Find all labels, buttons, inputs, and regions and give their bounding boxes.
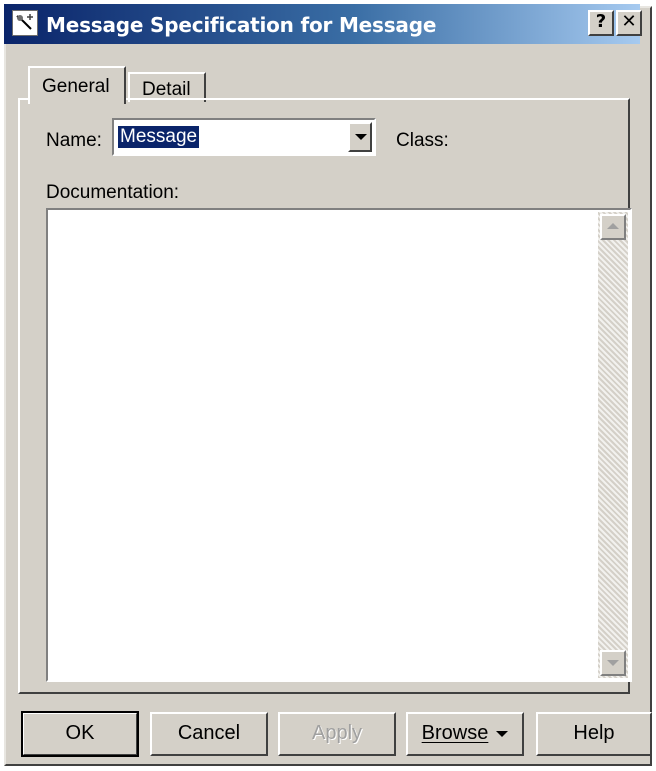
close-button[interactable]: ✕	[616, 10, 642, 36]
cancel-button[interactable]: Cancel	[150, 712, 268, 756]
title-bar[interactable]: Message Specification for Message ? ✕	[4, 4, 642, 44]
apply-button[interactable]: Apply	[278, 712, 396, 756]
combobox-dropdown-button[interactable]	[348, 122, 372, 152]
scroll-down-button[interactable]	[600, 650, 626, 676]
dialog-title: Message Specification for Message	[46, 13, 437, 37]
scroll-up-icon	[607, 223, 619, 229]
help-button-label: Help	[573, 722, 615, 744]
documentation-textarea[interactable]	[46, 208, 632, 682]
help-button[interactable]: ?	[588, 10, 614, 36]
cancel-button-label: Cancel	[177, 722, 241, 744]
browse-button[interactable]: Browse	[406, 712, 524, 756]
ok-button[interactable]: OK	[21, 711, 139, 757]
apply-button-label: Apply	[311, 722, 363, 744]
chevron-down-icon	[355, 134, 367, 140]
class-label: Class:	[396, 130, 449, 151]
ok-button-label: OK	[65, 722, 95, 744]
name-combobox-value[interactable]: Message	[118, 126, 200, 148]
documentation-scrollbar[interactable]	[598, 212, 628, 678]
scroll-down-icon	[607, 660, 619, 666]
browse-button-label: Browse	[421, 722, 489, 744]
documentation-label: Documentation:	[46, 182, 180, 203]
tab-general[interactable]: General	[28, 66, 126, 104]
name-label: Name:	[46, 130, 102, 151]
dialog-app-icon	[12, 10, 38, 36]
dropdown-arrow-icon	[496, 730, 509, 737]
help-dialog-button[interactable]: Help	[536, 712, 652, 756]
scroll-up-button[interactable]	[600, 214, 626, 240]
name-combobox[interactable]: Message	[112, 118, 376, 156]
